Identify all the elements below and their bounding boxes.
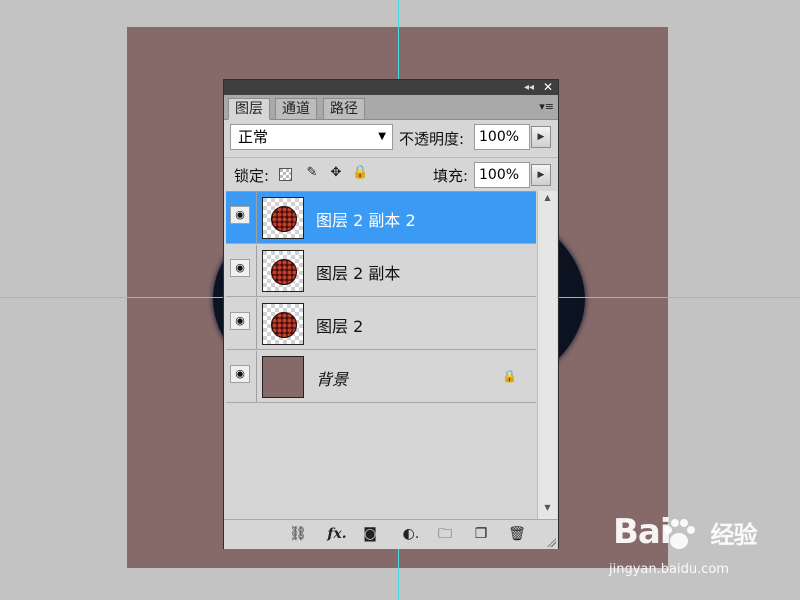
trash-icon[interactable]: 🗑 bbox=[508, 526, 526, 542]
scroll-up-arrow-icon[interactable]: ▲ bbox=[538, 193, 557, 207]
blend-mode-select[interactable]: 正常 ▼ bbox=[230, 124, 393, 150]
layer-row[interactable]: ◉ 背景 🔒 bbox=[226, 351, 536, 403]
lock-all-icon[interactable]: 🔒 bbox=[352, 165, 368, 181]
baidu-jingyan-watermark: Bai 经验 jingyan.baidu.com bbox=[605, 512, 785, 582]
resize-grip-icon[interactable] bbox=[546, 537, 556, 547]
layers-panel: ◂◂ ✕ 图层 通道 路径 ▾≡ 正常 ▼ 不透明度: 100% ▶ 锁定: ✎… bbox=[223, 79, 559, 549]
fill-label: 填充: bbox=[433, 167, 469, 185]
watermark-logo-suffix: 经验 bbox=[710, 521, 758, 549]
close-icon[interactable]: ✕ bbox=[543, 80, 553, 94]
disc-thumbnail-artwork bbox=[271, 312, 297, 338]
layer-name: 背景 bbox=[316, 370, 349, 389]
lock-position-move-icon[interactable]: ✥ bbox=[328, 165, 344, 181]
tab-channels[interactable]: 通道 bbox=[275, 98, 317, 119]
blend-row: 正常 ▼ 不透明度: 100% ▶ bbox=[224, 120, 558, 154]
layer-style-fx-icon[interactable]: fx. bbox=[324, 526, 350, 542]
divider bbox=[256, 351, 257, 402]
eye-icon[interactable]: ◉ bbox=[230, 312, 250, 330]
divider bbox=[256, 298, 257, 349]
eye-icon[interactable]: ◉ bbox=[230, 365, 250, 383]
scroll-down-arrow-icon[interactable]: ▼ bbox=[538, 503, 557, 517]
tab-layers[interactable]: 图层 bbox=[228, 98, 270, 120]
eye-icon[interactable]: ◉ bbox=[230, 259, 250, 277]
lock-transparent-pixels-icon[interactable] bbox=[279, 168, 292, 181]
layer-thumbnail bbox=[262, 197, 304, 239]
layer-thumbnail bbox=[262, 250, 304, 292]
layers-scrollbar[interactable]: ▲ ▼ bbox=[537, 191, 557, 519]
panel-menu-icon[interactable]: ▾≡ bbox=[539, 100, 554, 113]
opacity-input[interactable]: 100% bbox=[474, 124, 530, 150]
lock-row: 锁定: ✎ ✥ 🔒 填充: 100% ▶ bbox=[224, 157, 558, 190]
opacity-label: 不透明度: bbox=[399, 130, 465, 148]
lock-icon: 🔒 bbox=[502, 369, 517, 383]
watermark-url: jingyan.baidu.com bbox=[609, 562, 729, 577]
fill-slider-button[interactable]: ▶ bbox=[531, 164, 551, 186]
layer-row[interactable]: ◉ 图层 2 副本 bbox=[226, 245, 536, 297]
fill-input[interactable]: 100% bbox=[474, 162, 530, 188]
divider bbox=[256, 192, 257, 243]
layer-thumbnail bbox=[262, 356, 304, 398]
fx-label: fx bbox=[327, 526, 342, 542]
tab-paths[interactable]: 路径 bbox=[323, 98, 365, 119]
layer-name: 图层 2 副本 2 bbox=[316, 211, 416, 230]
adjustment-layer-icon[interactable]: ◐. bbox=[400, 526, 422, 542]
blend-mode-value: 正常 bbox=[238, 128, 269, 146]
link-layers-icon[interactable]: ⛓ bbox=[286, 526, 310, 542]
lock-label: 锁定: bbox=[234, 167, 270, 185]
layer-name: 图层 2 副本 bbox=[316, 264, 401, 283]
opacity-slider-button[interactable]: ▶ bbox=[531, 126, 551, 148]
layer-row[interactable]: ◉ 图层 2 副本 2 bbox=[226, 192, 536, 244]
layer-thumbnail bbox=[262, 303, 304, 345]
new-group-folder-icon[interactable]: 🗀 bbox=[436, 526, 454, 542]
disc-thumbnail-artwork bbox=[271, 206, 297, 232]
collapse-icon[interactable]: ◂◂ bbox=[524, 81, 534, 94]
add-mask-icon[interactable]: ◙ bbox=[361, 526, 379, 542]
layer-name: 图层 2 bbox=[316, 317, 364, 336]
disc-thumbnail-artwork bbox=[271, 259, 297, 285]
paw-icon bbox=[664, 519, 695, 549]
panel-tabbar: 图层 通道 路径 ▾≡ bbox=[224, 95, 558, 120]
panel-footer: ⛓ fx. ◙ ◐. 🗀 ❐ 🗑 bbox=[224, 519, 558, 549]
divider bbox=[256, 245, 257, 296]
lock-image-pixels-brush-icon[interactable]: ✎ bbox=[304, 165, 320, 181]
layers-list: ◉ 图层 2 副本 2 ◉ 图层 2 副本 ◉ 图层 2 ◉ 背景 🔒 bbox=[226, 191, 536, 520]
chevron-down-icon: ▼ bbox=[378, 131, 386, 142]
eye-icon[interactable]: ◉ bbox=[230, 206, 250, 224]
new-layer-icon[interactable]: ❐ bbox=[472, 526, 490, 542]
panel-titlebar[interactable]: ◂◂ ✕ bbox=[224, 80, 558, 95]
layer-row[interactable]: ◉ 图层 2 bbox=[226, 298, 536, 350]
